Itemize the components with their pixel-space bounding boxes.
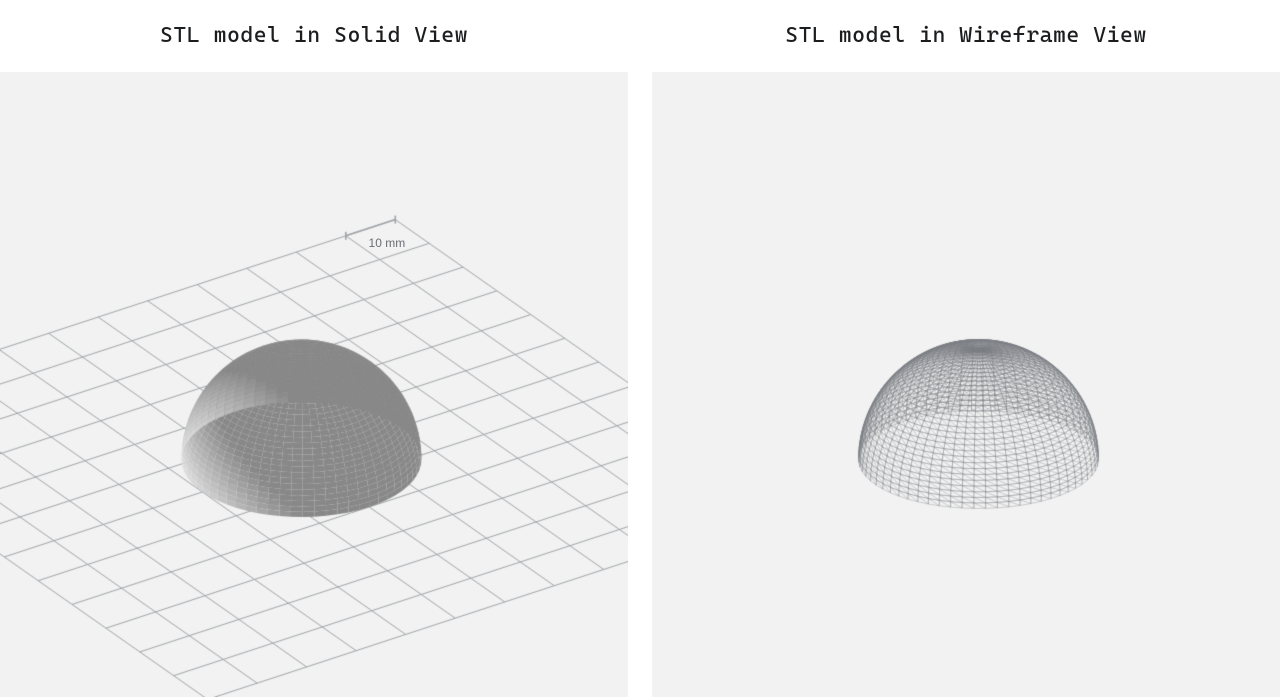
viewport-wireframe[interactable] (652, 72, 1280, 697)
canvas-solid-view (0, 72, 628, 697)
panel-solid: STL model in Solid View 10 mm (0, 0, 640, 697)
panel-wire: STL model in Wireframe View (640, 0, 1280, 697)
panel-title-solid: STL model in Solid View (0, 0, 628, 72)
panel-title-wireframe: STL model in Wireframe View (652, 0, 1280, 72)
canvas-wireframe-view (652, 72, 1280, 697)
page-root: STL model in Solid View 10 mm STL model … (0, 0, 1280, 697)
viewport-solid[interactable]: 10 mm (0, 72, 628, 697)
scale-label: 10 mm (369, 236, 406, 250)
